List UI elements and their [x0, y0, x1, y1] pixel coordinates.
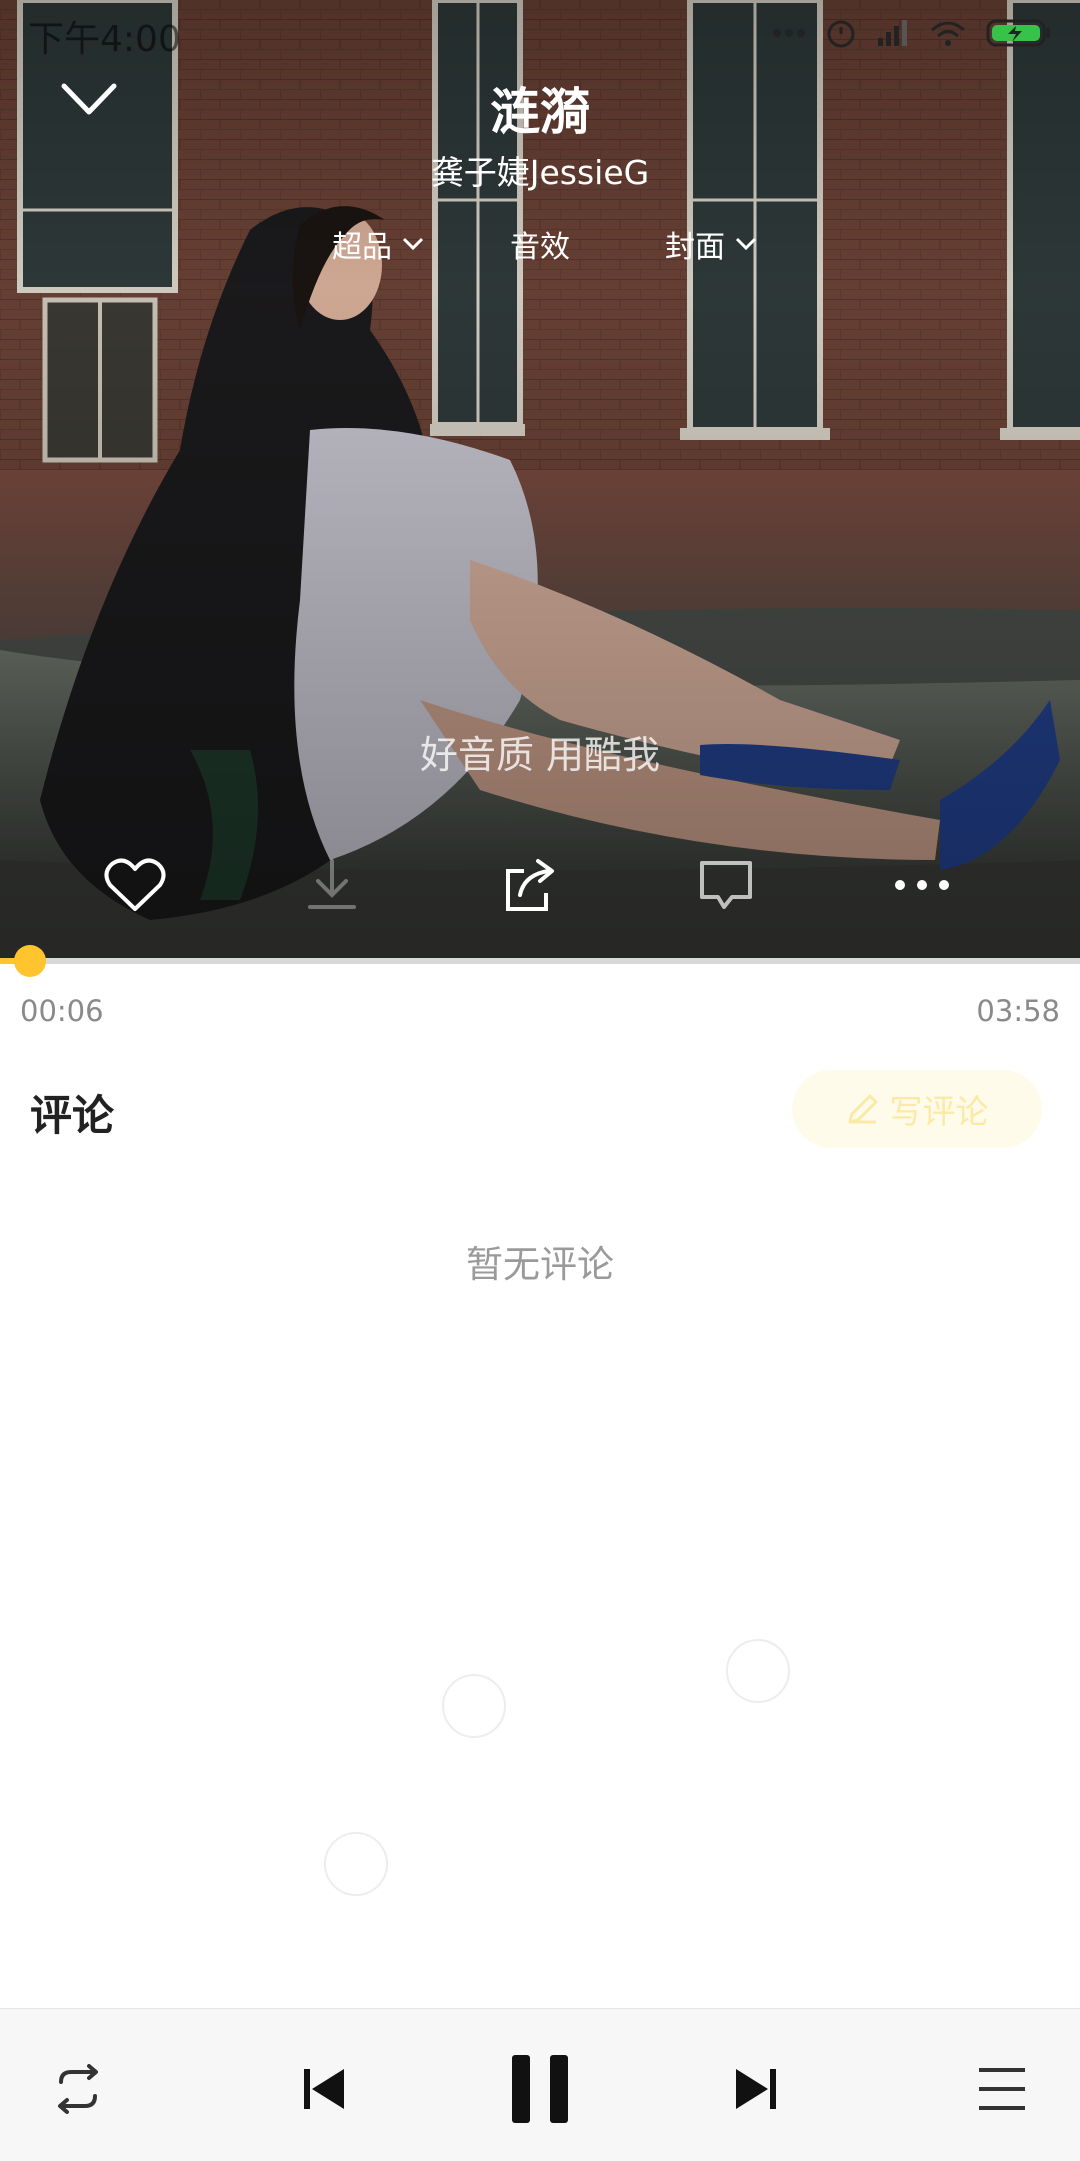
album-cover: 下午4:00 涟漪 龚子婕JessieG 超品 音效 封面 好音质 用酷我: [0, 0, 1080, 958]
status-bar: 下午4:00: [0, 0, 1080, 64]
pause-button[interactable]: [490, 2039, 590, 2139]
header-options: 超品 音效 封面: [0, 222, 1080, 278]
pause-icon: [512, 2055, 568, 2123]
download-button[interactable]: [292, 848, 372, 922]
share-icon: [506, 859, 554, 911]
share-button[interactable]: [490, 848, 570, 922]
alarm-icon: [827, 20, 855, 48]
heart-icon: [104, 858, 166, 911]
promo-text: 好音质 用酷我: [419, 733, 661, 777]
chevron-down-icon: [402, 237, 424, 251]
repeat-icon: [58, 2064, 98, 2114]
next-icon: [736, 2069, 776, 2109]
write-comment-button[interactable]: 写评论: [792, 1070, 1042, 1148]
quality-select[interactable]: 超品: [332, 222, 424, 266]
more-icon: [895, 880, 949, 890]
progress-bar[interactable]: [0, 945, 1080, 977]
playlist-button[interactable]: [952, 2039, 1052, 2139]
status-icons: [772, 16, 1052, 50]
artist-name[interactable]: 龚子婕JessieG: [0, 146, 1080, 194]
comment-button[interactable]: [686, 848, 766, 922]
playlist-icon: [979, 2068, 1025, 2110]
chevron-down-icon: [735, 237, 757, 251]
battery-icon: [986, 19, 1050, 47]
action-bar: [0, 848, 1080, 922]
cover-select[interactable]: 封面: [665, 222, 757, 266]
elapsed-time: 00:06: [20, 994, 104, 1028]
pencil-icon: [848, 1094, 877, 1124]
download-icon: [308, 859, 356, 909]
cover-label: 封面: [665, 230, 725, 265]
previous-icon: [304, 2069, 344, 2109]
signal-icon: [878, 20, 907, 46]
comment-icon: [700, 861, 752, 909]
progress-handle[interactable]: [14, 945, 46, 977]
total-time: 03:58: [976, 994, 1060, 1028]
sound-effect-button[interactable]: 音效: [510, 222, 570, 266]
loading-circle: [324, 1832, 388, 1896]
next-button[interactable]: [706, 2039, 806, 2139]
previous-button[interactable]: [274, 2039, 374, 2139]
like-button[interactable]: [95, 848, 175, 922]
status-time: 下午4:00: [28, 19, 181, 60]
comments-heading: 评论: [30, 1091, 115, 1140]
more-dots-icon: [773, 29, 805, 37]
write-comment-label: 写评论: [889, 1092, 989, 1131]
repeat-button[interactable]: [28, 2039, 128, 2139]
song-title: 涟漪: [490, 83, 590, 141]
empty-comments-text: 暂无评论: [466, 1243, 614, 1286]
loading-circle: [726, 1639, 790, 1703]
sound-effect-label: 音效: [510, 230, 570, 265]
more-button[interactable]: [882, 848, 962, 922]
wifi-icon: [931, 21, 965, 46]
loading-circle: [442, 1674, 506, 1738]
player-controls: [0, 2008, 1080, 2161]
quality-label: 超品: [332, 230, 392, 265]
